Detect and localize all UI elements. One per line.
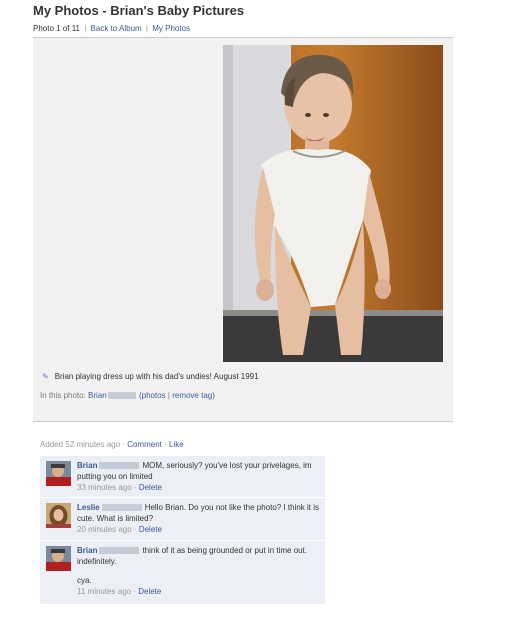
dot-separator: · xyxy=(164,440,167,449)
photos-link[interactable]: (photos xyxy=(139,391,166,400)
comment-time: 11 minutes ago xyxy=(77,587,132,596)
delete-comment-link[interactable]: Delete xyxy=(139,525,162,534)
comment-author[interactable]: Brian xyxy=(77,461,97,470)
avatar[interactable] xyxy=(46,546,71,571)
page-title: My Photos - Brian's Baby Pictures xyxy=(33,3,245,18)
separator: | xyxy=(84,24,87,33)
redacted-name xyxy=(107,392,136,400)
photo-counter: Photo 1 of 11 xyxy=(33,24,80,33)
avatar[interactable] xyxy=(46,503,71,528)
photo-caption: ✎ Brian playing dress up with his dad's u… xyxy=(42,372,259,381)
comment-author[interactable]: Leslie xyxy=(77,503,100,512)
remove-tag-link[interactable]: remove tag) xyxy=(172,391,215,400)
comment-item: Leslie Hello Brian. Do you not like the p… xyxy=(40,498,325,541)
comment-time: 33 minutes ago xyxy=(77,483,132,492)
dot-separator: · xyxy=(122,440,125,449)
tagged-person-link[interactable]: Brian xyxy=(88,391,107,400)
divider xyxy=(33,421,453,422)
in-this-photo: In this photo: Brian (photos | remove ta… xyxy=(40,391,215,400)
comment-body: Brian think of it as being grounded or pu… xyxy=(77,546,307,596)
comment-item: Brian MOM, seriously? you've lost your pr… xyxy=(40,456,325,498)
avatar[interactable] xyxy=(46,461,71,486)
comment-body: Brian MOM, seriously? you've lost your pr… xyxy=(77,461,312,492)
delete-comment-link[interactable]: Delete xyxy=(138,587,161,596)
separator: | xyxy=(145,24,148,33)
back-to-album-link[interactable]: Back to Album xyxy=(91,24,142,33)
photo-meta: Added 52 minutes ago · Comment · Like xyxy=(40,440,184,449)
pencil-icon[interactable]: ✎ xyxy=(42,372,49,381)
redacted-name xyxy=(101,504,142,512)
comment-body: Leslie Hello Brian. Do you not like the p… xyxy=(77,503,320,534)
redacted-name xyxy=(99,462,140,470)
baby-photo[interactable] xyxy=(223,45,443,362)
comment-item: Brian think of it as being grounded or pu… xyxy=(40,541,325,605)
photo-subnav: Photo 1 of 11 | Back to Album | My Photo… xyxy=(33,24,190,33)
comment-author[interactable]: Brian xyxy=(77,546,97,555)
caption-text: Brian playing dress up with his dad's un… xyxy=(54,372,259,381)
redacted-name xyxy=(99,547,140,555)
in-photo-label: In this photo: xyxy=(40,391,86,400)
comment-time: 20 minutes ago xyxy=(77,525,132,534)
separator: | xyxy=(167,391,170,400)
my-photos-link[interactable]: My Photos xyxy=(152,24,190,33)
comment-text-2: cya. xyxy=(77,576,92,585)
added-time: Added 52 minutes ago xyxy=(40,440,121,449)
comment-link[interactable]: Comment xyxy=(127,440,162,449)
like-link[interactable]: Like xyxy=(169,440,184,449)
delete-comment-link[interactable]: Delete xyxy=(139,483,162,492)
